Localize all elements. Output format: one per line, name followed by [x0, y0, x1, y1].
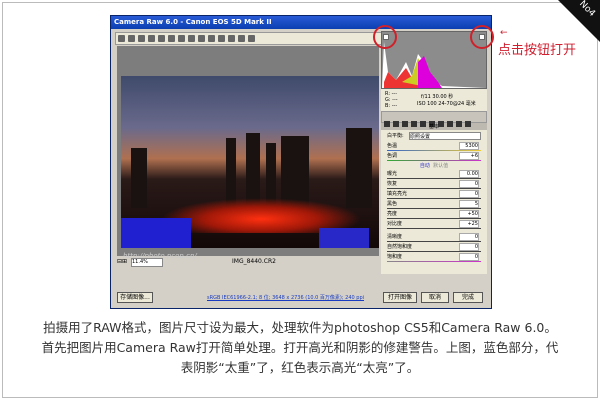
crop-tool-icon[interactable] [168, 35, 175, 42]
highlight-circle [470, 25, 494, 49]
slider-saturation[interactable]: 饱和度 0 [385, 253, 483, 263]
highlight-circle [373, 25, 397, 49]
slider-vibrance[interactable]: 自然饱和度 0 [385, 243, 483, 253]
corner-badge: No4 [558, 0, 600, 42]
arrow-icon: ← [500, 28, 508, 38]
slider-blacks[interactable]: 黑色 5 [385, 200, 483, 210]
slider-recovery[interactable]: 恢复 0 [385, 180, 483, 190]
image-preview-area: http://photo.pcon.cn/ [117, 46, 379, 260]
rotate-right-icon[interactable] [248, 35, 255, 42]
tab-split-toning-icon[interactable] [420, 121, 426, 127]
tab-snapshots-icon[interactable] [465, 121, 471, 127]
adjust-panel: R: --- G: --- B: --- f/11 30.00 秒 ISO 10… [381, 31, 487, 274]
white-balance-tool-icon[interactable] [138, 35, 145, 42]
save-image-button[interactable]: 存储图像... [117, 292, 153, 303]
slider-exposure[interactable]: 曝光 0.00 [385, 170, 483, 180]
tab-basic-icon[interactable] [384, 121, 390, 127]
tab-tone-curve-icon[interactable] [393, 121, 399, 127]
gradient-icon[interactable] [218, 35, 225, 42]
hand-tool-icon[interactable] [128, 35, 135, 42]
red-eye-icon[interactable] [198, 35, 205, 42]
brush-icon[interactable] [208, 35, 215, 42]
panel-tabs [381, 111, 487, 127]
filename: IMG_8440.CR2 [232, 258, 276, 265]
slider-contrast[interactable]: 对比度 +25 [385, 220, 483, 230]
photo [121, 76, 379, 248]
targeted-adjust-icon[interactable] [158, 35, 165, 42]
caption: 拍摄用了RAW格式，图片尺寸设为最大，处理软件为photoshop CS5和Ca… [41, 320, 559, 375]
shadow-clipping-area [121, 218, 191, 248]
shadow-clipping-area [319, 228, 369, 248]
slider-tint[interactable]: 色调 +6 [385, 152, 483, 162]
tab-hsl-icon[interactable] [411, 121, 417, 127]
spot-removal-icon[interactable] [188, 35, 195, 42]
slider-fill-light[interactable]: 填充亮光 0 [385, 190, 483, 200]
window-title: Camera Raw 6.0 - Canon EOS 5D Mark II [111, 16, 491, 29]
slider-temperature[interactable]: 色温 5300 [385, 142, 483, 152]
zoom-out-button[interactable]: ⊟⊞ [117, 258, 127, 265]
basic-panel: 白平衡: 原照设置 色温 5300 色调 +6 自动 默认值 曝光 0.00 恢复 0 填… [381, 130, 487, 274]
color-sampler-icon[interactable] [148, 35, 155, 42]
slider-brightness[interactable]: 亮度 +50 [385, 210, 483, 220]
image-status-bar: ⊟⊞ 11.4% IMG_8440.CR2 [117, 257, 379, 267]
callout-text: 点击按钮打开 [498, 43, 577, 58]
tab-detail-icon[interactable] [402, 121, 408, 127]
white-balance-select[interactable]: 原照设置 [409, 132, 481, 140]
straighten-tool-icon[interactable] [178, 35, 185, 42]
tab-camera-calibration-icon[interactable] [447, 121, 453, 127]
slider-clarity[interactable]: 清晰度 0 [385, 233, 483, 243]
default-link[interactable]: 默认值 [433, 163, 448, 169]
done-button[interactable]: 完成 [453, 292, 483, 303]
camera-info: R: --- G: --- B: --- f/11 30.00 秒 ISO 10… [381, 89, 487, 111]
cancel-button[interactable]: 取消 [421, 292, 449, 303]
open-image-button[interactable]: 打开图像 [383, 292, 417, 303]
zoom-tool-icon[interactable] [118, 35, 125, 42]
auto-link[interactable]: 自动 [420, 163, 430, 169]
rotate-left-icon[interactable] [238, 35, 245, 42]
tab-presets-icon[interactable] [456, 121, 462, 127]
workflow-options-link[interactable]: sRGB IEC61966-2.1; 8 位; 3648 x 2736 (10.… [207, 294, 364, 301]
toolbar [115, 32, 385, 45]
zoom-select[interactable]: 11.4% [131, 258, 163, 267]
camera-raw-window: Camera Raw 6.0 - Canon EOS 5D Mark II ☑ … [110, 15, 492, 309]
preferences-icon[interactable] [228, 35, 235, 42]
